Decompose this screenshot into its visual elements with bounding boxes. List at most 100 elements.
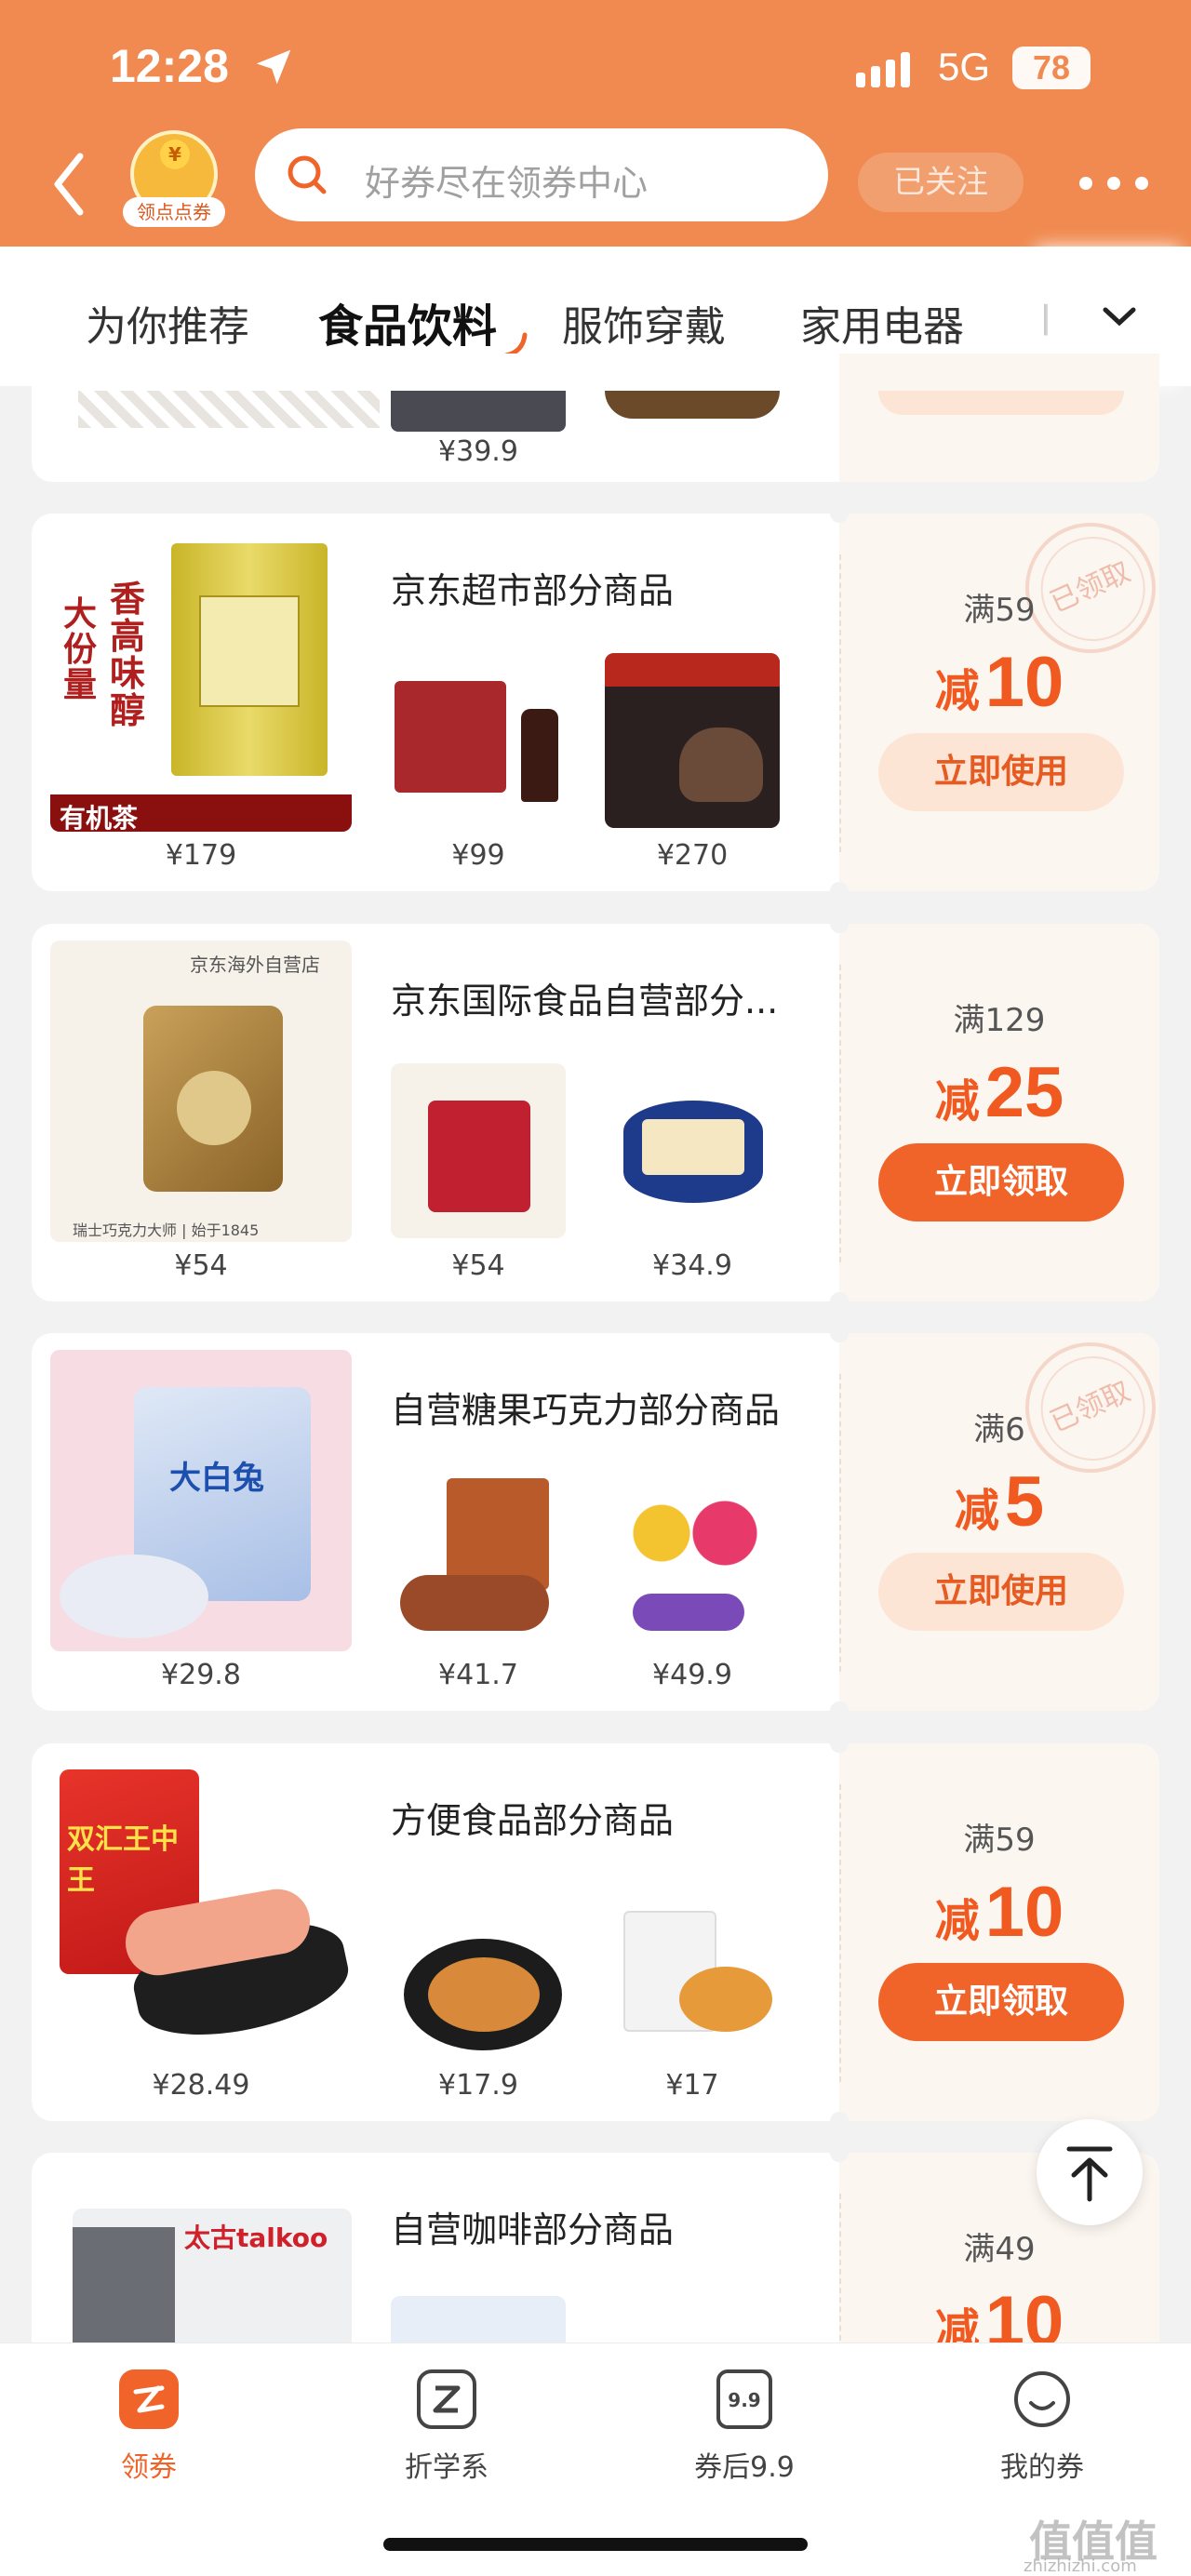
product-image[interactable]: 太古talkoo [73, 2209, 352, 2342]
product-image[interactable]: 大份量 香高味醇 有机茶 [50, 530, 352, 832]
product-image[interactable] [605, 1883, 780, 2058]
product-price: ¥41.7 [438, 1659, 518, 1691]
more-icon[interactable] [1079, 177, 1148, 192]
teapot [679, 727, 763, 802]
nav-item-my-coupons[interactable]: 我的券 [940, 2368, 1144, 2489]
nav-icon-text: 9.9 [728, 2389, 760, 2411]
card-title: 自营糖果巧克力部分商品 [391, 1390, 781, 1431]
home-indicator [383, 2538, 808, 2551]
search-input[interactable]: 好券尽在领券中心 [255, 128, 828, 221]
chocolate-ball [177, 1071, 251, 1145]
discount-prefix: 减 [954, 1485, 999, 1537]
product-price: ¥54 [174, 1249, 228, 1282]
back-to-top-button[interactable] [1037, 2119, 1143, 2225]
discount-value: 10 [984, 643, 1064, 722]
coupon-points-badge[interactable]: ¥ 领点点券 [123, 130, 225, 233]
fruits [633, 1594, 744, 1631]
coupon-condition: 满49 [963, 2231, 1036, 2268]
claim-now-button[interactable]: 立即领取 [878, 1963, 1124, 2041]
nav-label: 领券 [121, 2451, 177, 2484]
coupon-condition: 满6 [973, 1411, 1025, 1448]
cookie-tin-lid [642, 1119, 744, 1175]
search-placeholder: 好券尽在领券中心 [365, 163, 649, 204]
tea-tin-label [199, 595, 300, 707]
partial-img-2 [391, 391, 566, 432]
coupon-card[interactable]: 大白兔 ¥29.8 自营糖果巧克力部分商品 ¥41.7 ¥49.9 已领取 满6… [32, 1333, 1159, 1711]
coupon-card[interactable]: 大份量 香高味醇 有机茶 ¥179 京东超市部分商品 ¥99 ¥270 已领取 … [32, 514, 1159, 891]
coupon-card[interactable]: 太古talkoo 自营咖啡部分商品 满49 减10 [32, 2153, 1159, 2342]
use-now-button[interactable]: 立即使用 [878, 733, 1124, 811]
nav-label: 我的券 [1000, 2451, 1084, 2484]
discount-value: 5 [1004, 1462, 1045, 1542]
tab-food-drink[interactable]: 食品饮料 [318, 289, 497, 354]
discount-value: 25 [984, 1053, 1064, 1132]
z-logo-icon [417, 2369, 476, 2429]
coupon-discount: 减10 [839, 1872, 1159, 1953]
coupon-discount: 减10 [839, 2281, 1159, 2342]
discount-prefix: 减 [934, 2304, 980, 2342]
partial-img-1 [78, 391, 380, 428]
claim-now-button[interactable]: 立即领取 [878, 1143, 1124, 1221]
coffee-brand: 太古talkoo [184, 2222, 328, 2253]
sausage-pack [447, 1478, 549, 1590]
discount-value: 10 [984, 2282, 1064, 2342]
tab-appliances[interactable]: 家用电器 [800, 293, 964, 353]
store-label: 京东海外自营店 [190, 954, 320, 976]
card-title: 京东超市部分商品 [391, 570, 675, 611]
card-right-panel [839, 354, 1159, 482]
partial-button [878, 391, 1124, 415]
discount-prefix: 减 [934, 1075, 980, 1128]
coupon-card[interactable]: 京东海外自营店 瑞士巧克力大师 | 始于1845 ¥54 京东国际食品自营部分.… [32, 924, 1159, 1301]
arrow-up-icon [1066, 2146, 1113, 2202]
product-price: ¥17.9 [438, 2069, 518, 2102]
nav-item-discount-school[interactable]: 折学系 [344, 2368, 549, 2489]
nav-item-after-coupon-99[interactable]: 9.9 券后9.9 [642, 2368, 847, 2489]
coupon-condition: 满129 [953, 1002, 1046, 1039]
product-image[interactable] [391, 1473, 566, 1648]
card-title: 京东国际食品自营部分... [391, 981, 779, 1021]
tea-bigtext: 大份量 [63, 595, 98, 704]
nav-item-coupons[interactable]: 领券 [47, 2368, 251, 2489]
red-chocolate-box [428, 1101, 530, 1212]
use-now-button[interactable]: 立即使用 [878, 1553, 1124, 1631]
location-arrow-icon [256, 49, 291, 85]
discount-prefix: 减 [934, 1895, 980, 1947]
product-price: ¥99 [451, 839, 505, 872]
tea-slogan: 香高味醇 [110, 579, 146, 731]
tab-apparel[interactable]: 服饰穿戴 [562, 293, 726, 353]
coupon-card[interactable]: 双汇王中王 ¥28.49 方便食品部分商品 ¥17.9 ¥17 满59 减10 … [32, 1743, 1159, 2121]
noodles [428, 1957, 540, 2032]
discount-prefix: 减 [934, 665, 980, 717]
product-image[interactable]: 大白兔 [50, 1350, 352, 1651]
sausages [400, 1575, 549, 1631]
product-image[interactable]: 双汇王中王 [50, 1760, 352, 2062]
noodle-dish [679, 1967, 772, 2032]
product-image[interactable] [391, 1883, 566, 2058]
coupon-card-partial[interactable]: ¥39.9 [32, 354, 1159, 482]
product-image[interactable] [605, 1063, 780, 1238]
product-image[interactable]: 京东海外自营店 瑞士巧克力大师 | 始于1845 [50, 941, 352, 1242]
chevron-down-icon[interactable] [1096, 293, 1143, 340]
candy-bowl [60, 1555, 208, 1638]
product-image[interactable] [605, 653, 780, 828]
product-price: ¥34.9 [652, 1249, 732, 1282]
back-arrow-icon[interactable] [47, 147, 93, 221]
partial-img-3 [605, 391, 780, 419]
product-image[interactable] [605, 1473, 780, 1648]
product-price: ¥17 [665, 2069, 719, 2102]
brand-tagline: 瑞士巧克力大师 | 始于1845 [73, 1221, 260, 1239]
follow-button[interactable]: 已关注 [858, 153, 1024, 212]
watermark-url: zhizhizhi.com [1024, 2556, 1137, 2576]
candy-brand: 大白兔 [169, 1460, 264, 1497]
sub-banner [605, 653, 780, 687]
gift-box [395, 681, 506, 793]
price-tag-icon: 9.9 [716, 2369, 772, 2429]
product-image[interactable] [391, 2296, 566, 2342]
product-image[interactable] [391, 1063, 566, 1238]
bottle [521, 709, 558, 802]
coupon-discount: 减25 [839, 1052, 1159, 1133]
product-image[interactable] [391, 653, 566, 828]
product-image[interactable] [605, 2296, 780, 2342]
tab-recommend[interactable]: 为你推荐 [86, 293, 249, 353]
product-price: ¥29.8 [161, 1659, 241, 1691]
